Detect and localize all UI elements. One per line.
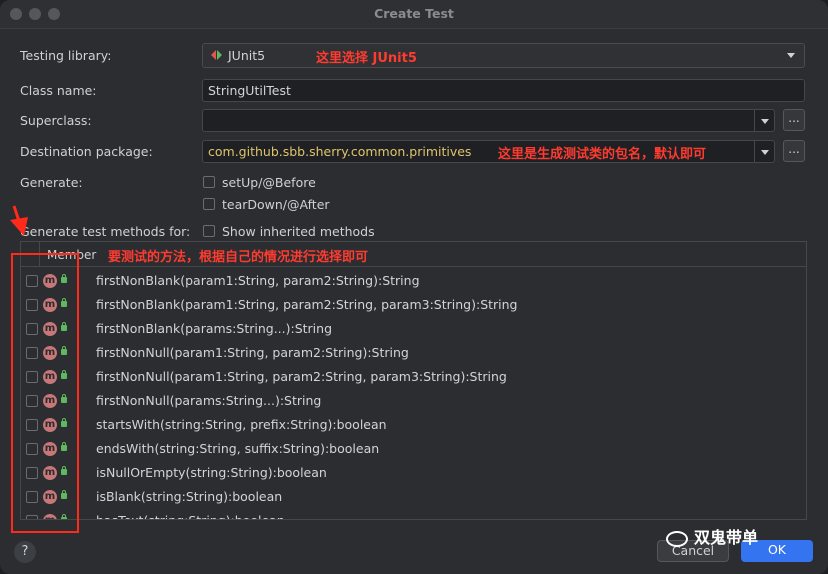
testing-library-label: Testing library: — [20, 48, 112, 63]
table-row[interactable]: m firstNonNull(param1:String, param2:Stri… — [21, 342, 806, 366]
method-signature: startsWith(string:String, prefix:String)… — [96, 417, 387, 432]
class-name-value: StringUtilTest — [208, 83, 291, 98]
method-signature: firstNonBlank(param1:String, param2:Stri… — [96, 273, 420, 288]
checkbox-highlight-box — [11, 253, 79, 533]
package-annotation: 这里是生成测试类的包名，默认即可 — [498, 147, 707, 162]
method-signature: firstNonNull(param1:String, param2:Strin… — [96, 369, 507, 384]
class-name-input[interactable]: StringUtilTest — [202, 79, 805, 102]
table-row[interactable]: m startsWith(string:String, prefix:String… — [21, 414, 806, 438]
help-button[interactable]: ? — [14, 541, 36, 563]
title-bar: Create Test — [0, 0, 828, 29]
superclass-browse-button[interactable]: ... — [783, 109, 805, 131]
table-row[interactable]: m firstNonNull(params:String...):String — [21, 390, 806, 414]
method-signature: hasText(string:String):boolean — [96, 513, 285, 519]
method-signature: firstNonNull(param1:String, param2:Strin… — [96, 345, 409, 360]
methods-label: Generate test methods for: — [20, 224, 191, 239]
table-row[interactable]: m isBlank(string:String):boolean — [21, 486, 806, 510]
junit-icon-right — [217, 50, 222, 60]
package-dropdown-icon[interactable] — [754, 141, 774, 162]
table-row[interactable]: m firstNonNull(param1:String, param2:Stri… — [21, 366, 806, 390]
junit-icon — [211, 50, 216, 60]
setup-label: setUp/@Before — [222, 175, 316, 190]
method-signature: firstNonBlank(param1:String, param2:Stri… — [96, 297, 518, 312]
create-test-dialog: Create Test Testing library: JUnit5 这里选择… — [0, 0, 828, 574]
red-arrow-icon — [10, 205, 28, 236]
method-signature: endsWith(string:String, suffix:String):b… — [96, 441, 380, 456]
generate-label: Generate: — [20, 175, 83, 190]
table-row[interactable]: mhasText(string:String):boolean — [21, 510, 806, 519]
table-row[interactable]: m firstNonBlank(param1:String, param2:Str… — [21, 294, 806, 318]
method-signature: firstNonBlank(params:String...):String — [96, 321, 333, 336]
show-inherited-checkbox[interactable] — [203, 225, 215, 237]
table-row[interactable]: m firstNonBlank(param1:String, param2:Str… — [21, 270, 806, 294]
methods-annotation: 要测试的方法，根据自己的情况进行选择即可 — [108, 250, 369, 265]
show-inherited-label: Show inherited methods — [222, 224, 375, 239]
superclass-label: Superclass: — [20, 113, 92, 128]
superclass-dropdown-icon[interactable] — [754, 110, 774, 131]
table-row[interactable]: m firstNonBlank(params:String...):String — [21, 318, 806, 342]
method-signature: isBlank(string:String):boolean — [96, 489, 283, 504]
library-annotation: 这里选择 JUnit5 — [316, 51, 417, 66]
watermark: 双鬼带单 — [666, 524, 758, 548]
method-signature: isNullOrEmpty(string:String):boolean — [96, 465, 327, 480]
teardown-label: tearDown/@After — [222, 197, 330, 212]
destination-package-value: com.github.sbb.sherry.common.primitives — [208, 144, 472, 159]
method-signature: firstNonNull(params:String...):String — [96, 393, 322, 408]
teardown-checkbox[interactable] — [203, 198, 215, 210]
table-row[interactable]: m isNullOrEmpty(string:String):boolean — [21, 462, 806, 486]
testing-library-select[interactable]: JUnit5 — [202, 43, 805, 68]
testing-library-value: JUnit5 — [228, 48, 266, 63]
members-table: Member m firstNonBlank(param1:String, par… — [20, 241, 807, 520]
chevron-down-icon — [787, 53, 795, 58]
destination-package-label: Destination package: — [20, 144, 153, 159]
setup-checkbox[interactable] — [203, 176, 215, 188]
watermark-text: 双鬼带单 — [694, 528, 759, 547]
class-name-label: Class name: — [20, 83, 97, 98]
wechat-icon — [666, 530, 688, 547]
table-row[interactable]: m endsWith(string:String, suffix:String):… — [21, 438, 806, 462]
window-title: Create Test — [374, 6, 454, 21]
superclass-combo[interactable] — [202, 109, 775, 132]
package-browse-button[interactable]: ... — [783, 140, 805, 162]
